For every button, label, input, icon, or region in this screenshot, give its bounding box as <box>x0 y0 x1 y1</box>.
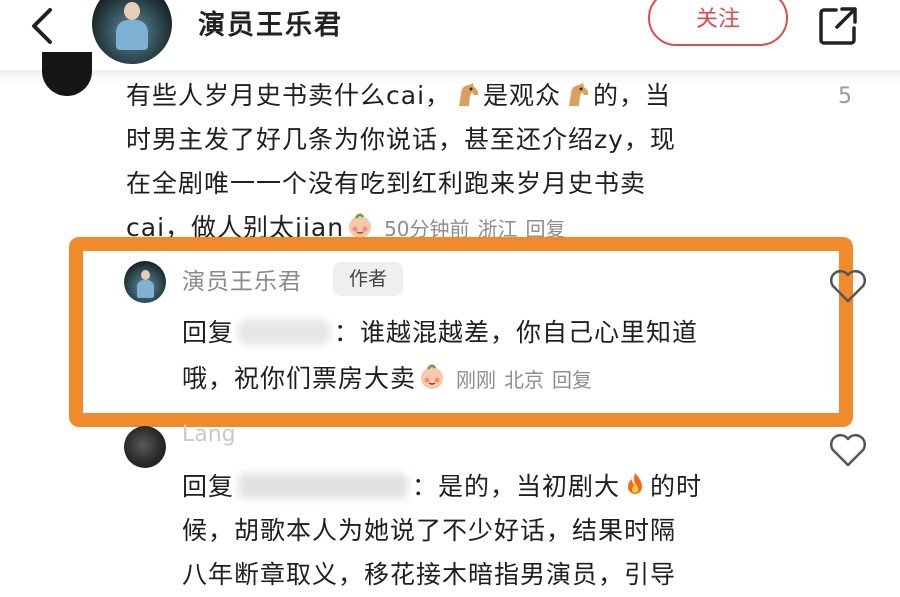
reply-location: 北京 <box>504 368 545 392</box>
comment-body: 回复 ：是的，当初剧大 的时 候，胡歌本人为她说了不少好话，结果时隔 八年断章取义，… <box>182 472 703 589</box>
author-reply-body: 回复 ：谁越混越差，你自己心里知道 哦，祝你们票房大卖 刚刚 北京 回复 <box>182 318 699 393</box>
author-badge: 作者 <box>333 262 403 296</box>
header-avatar[interactable] <box>92 0 172 64</box>
author-name[interactable]: 演员王乐君 <box>182 262 302 296</box>
reply-time: 刚刚 <box>456 368 497 392</box>
author-avatar[interactable] <box>124 261 166 303</box>
horse-emoji-icon <box>459 83 479 106</box>
heart-outline-icon[interactable] <box>828 268 868 304</box>
back-icon[interactable] <box>22 4 66 48</box>
commenter-name[interactable]: Lang <box>182 422 236 447</box>
horse-emoji-icon <box>569 83 589 106</box>
follow-button[interactable]: 关注 <box>648 0 788 46</box>
shy-face-emoji-icon <box>349 213 372 238</box>
reply-link[interactable]: 回复 <box>552 368 592 392</box>
commenter-avatar[interactable] <box>124 426 166 468</box>
heart-outline-icon[interactable] <box>828 432 868 468</box>
redacted-username <box>238 319 331 345</box>
comment-body: 有些人岁月史书卖什么cai， 是观众 的，当 时男主发了好几条为你说话，甚至还介绍z… <box>126 81 676 242</box>
like-count: 5 <box>838 84 852 109</box>
redacted-username <box>238 473 409 499</box>
page-title: 演员王乐君 <box>198 10 343 41</box>
shy-face-emoji-icon <box>421 364 444 389</box>
fire-emoji-icon <box>628 473 643 494</box>
commenter-avatar[interactable] <box>42 52 92 96</box>
share-icon[interactable] <box>816 4 860 48</box>
